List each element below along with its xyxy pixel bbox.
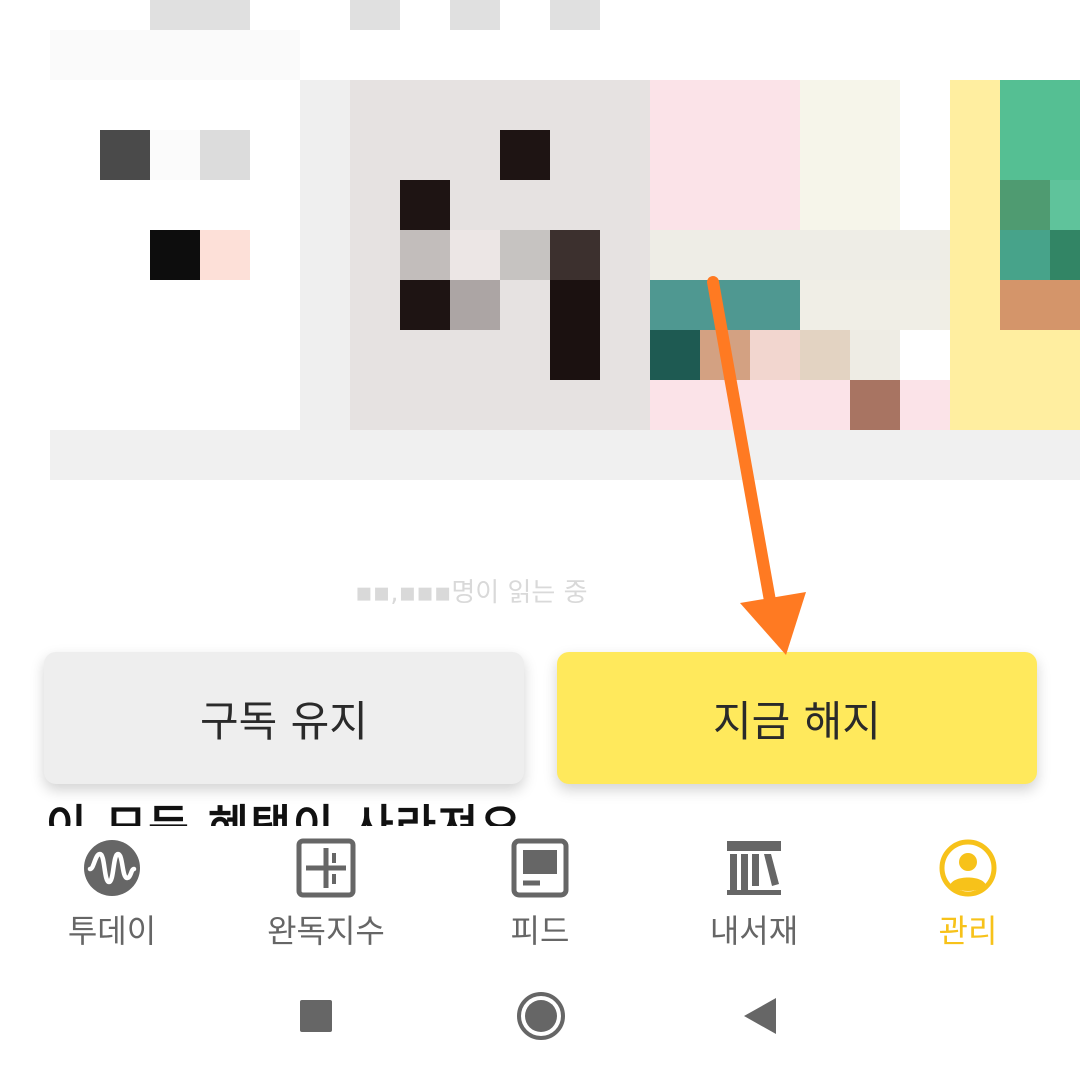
keep-subscription-label: 구독 유지 [200, 696, 368, 746]
recents-square-icon[interactable] [298, 998, 334, 1034]
cancel-now-button[interactable]: 지금 해지 [557, 652, 1037, 784]
today-wave-icon [84, 840, 140, 896]
nav-item-today[interactable]: 투데이 [32, 838, 192, 958]
background-headline: 이 모든 혜택이 사라져요 [46, 790, 523, 826]
nav-label-completion-index: 완독지수 [267, 912, 385, 950]
nav-item-completion-index[interactable]: 완독지수 [246, 838, 406, 958]
pixelated-hero-image [0, 0, 1080, 640]
faded-reader-count-text: ▪▪,▪▪▪명이 읽는 중 [355, 578, 588, 608]
profile-icon [939, 839, 997, 897]
nav-item-feed[interactable]: 피드 [460, 838, 620, 958]
system-navigation-bar [0, 960, 1080, 1080]
plus-square-icon [296, 838, 356, 898]
home-circle-icon[interactable] [515, 990, 567, 1042]
nav-item-manage[interactable]: 관리 [888, 838, 1048, 958]
bottom-navigation: 투데이 완독지수 피드 내서재 관리 [0, 826, 1080, 956]
bookshelf-icon [727, 841, 781, 895]
nav-label-feed: 피드 [510, 912, 570, 950]
nav-label-today: 투데이 [67, 912, 157, 950]
feed-icon [511, 838, 569, 898]
back-triangle-icon[interactable] [742, 996, 778, 1036]
keep-subscription-button[interactable]: 구독 유지 [44, 652, 524, 784]
nav-label-manage: 관리 [938, 912, 998, 950]
nav-label-my-library: 내서재 [709, 912, 799, 950]
nav-item-my-library[interactable]: 내서재 [674, 838, 834, 958]
cancel-now-label: 지금 해지 [713, 696, 881, 746]
